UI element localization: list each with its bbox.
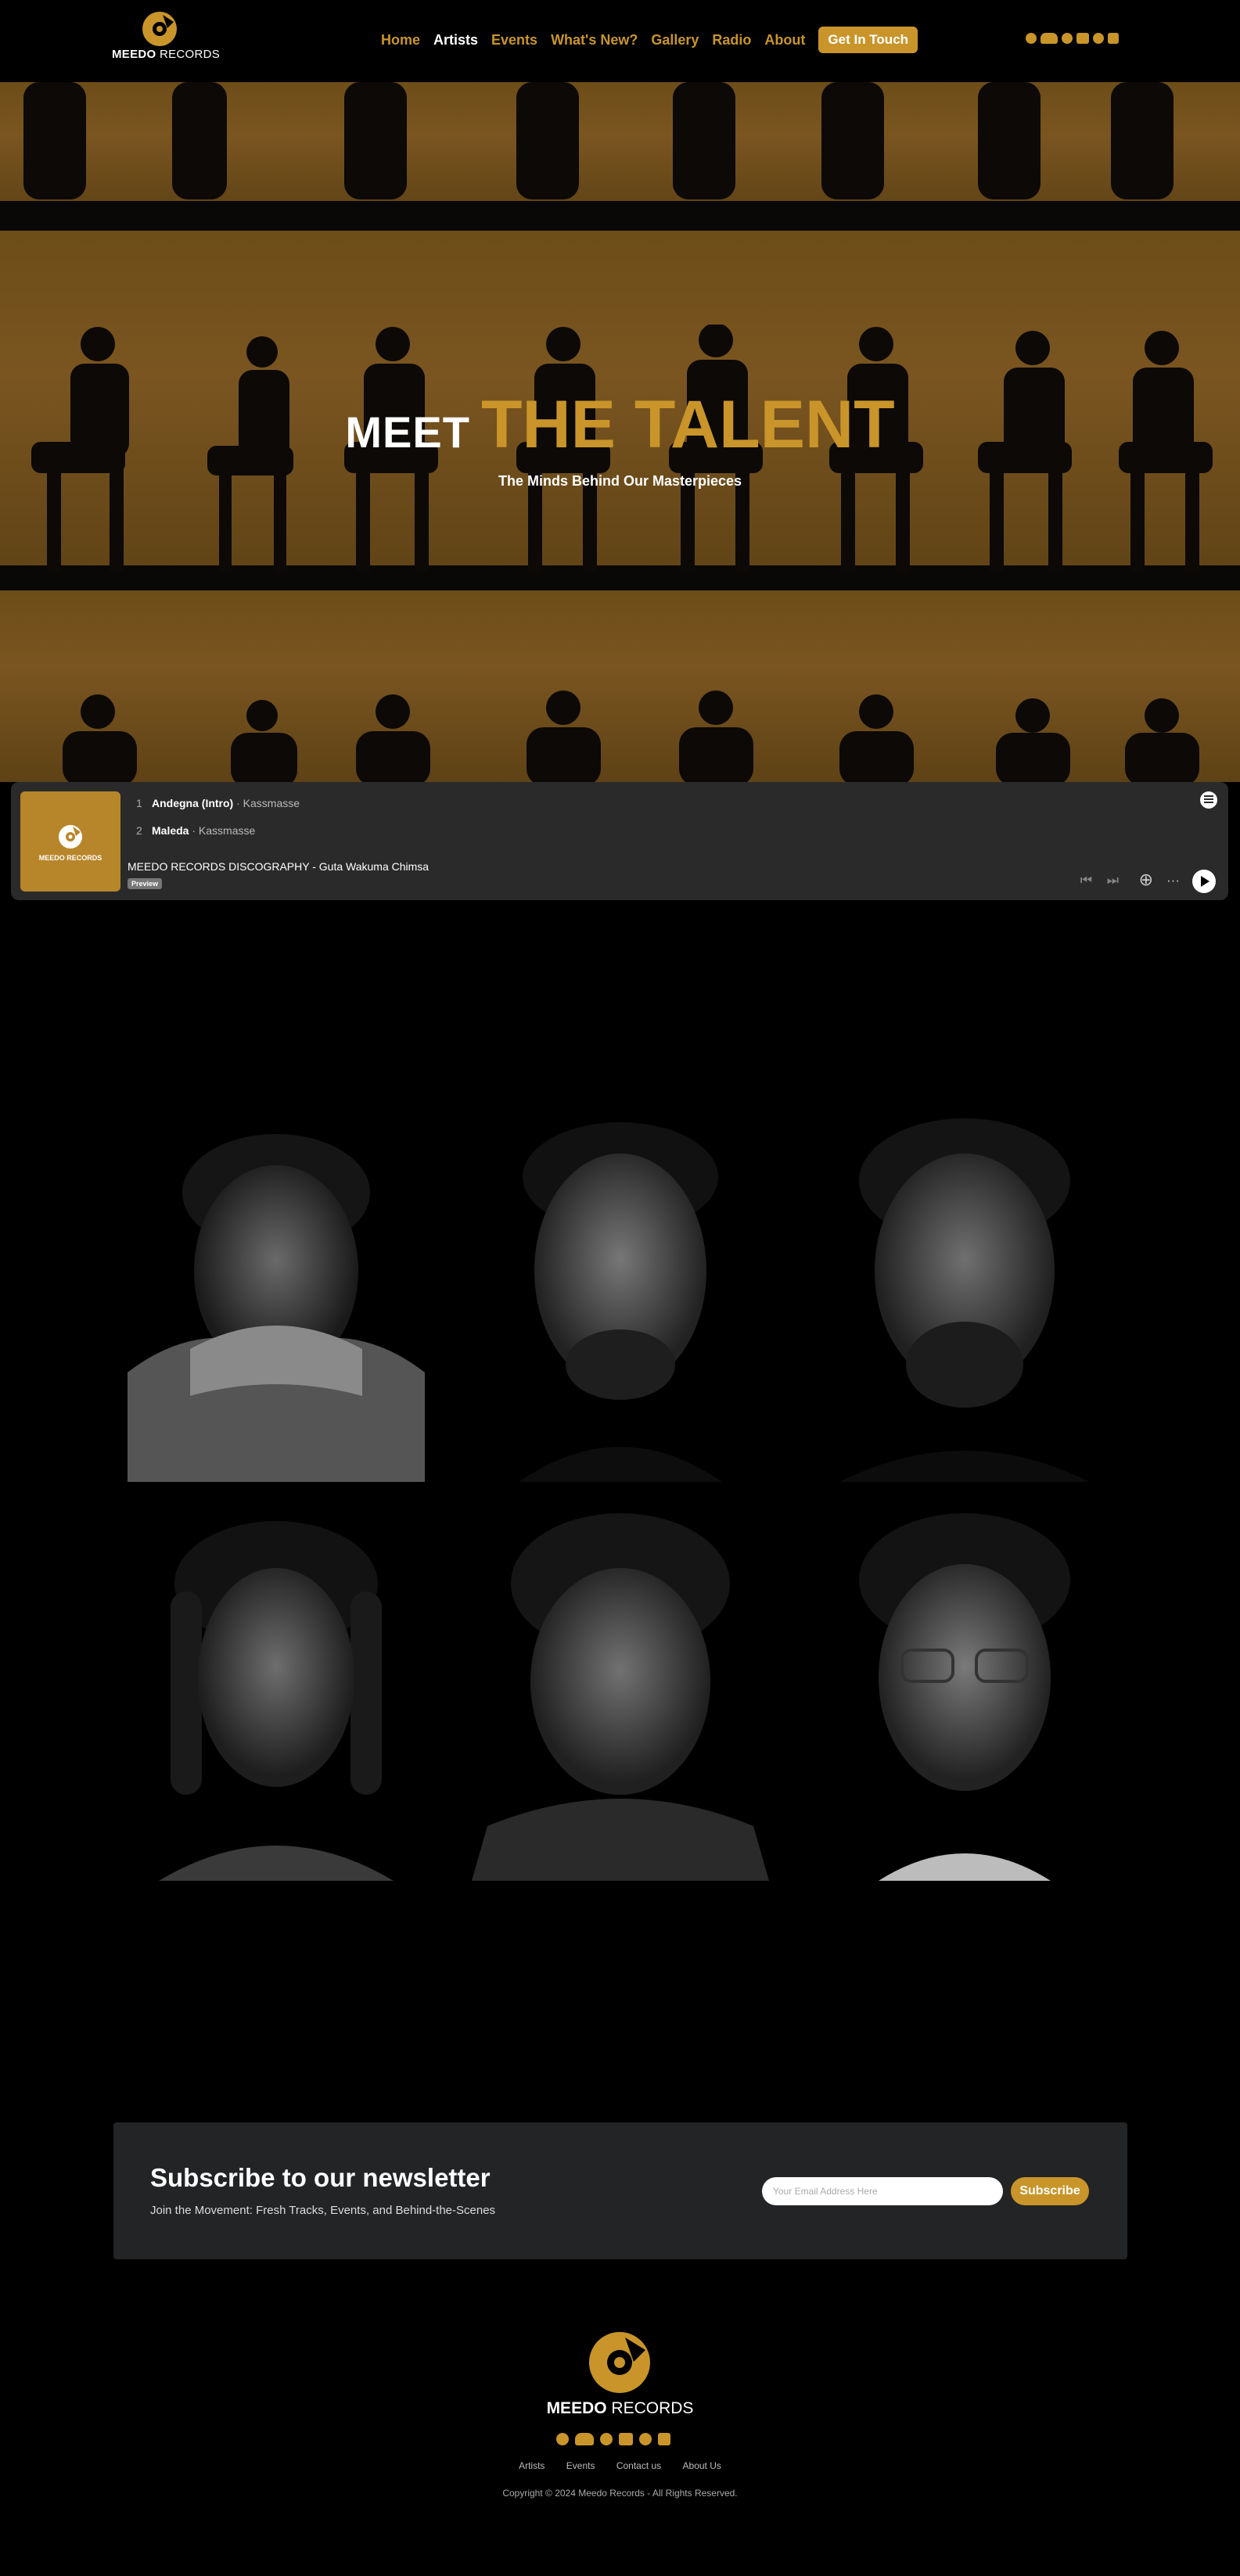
footer-links: Artists Events Contact us About Us — [0, 2460, 1240, 2471]
spotify-icon[interactable] — [1062, 33, 1073, 44]
hero-title: MEET THE TALENT — [0, 386, 1240, 464]
soundcloud-icon[interactable] — [1041, 33, 1058, 44]
artist-photo[interactable] — [816, 1114, 1113, 1482]
brand-name: MEEDO RECORDS — [112, 48, 221, 61]
newsletter-section: Subscribe to our newsletter Join the Mov… — [113, 2122, 1127, 2259]
instagram-icon[interactable] — [658, 2433, 670, 2445]
track-separator: · — [233, 797, 243, 809]
artist-portrait — [472, 1513, 769, 1881]
spotify-embed-player[interactable]: MEEDO RECORDS 1 Andegna (Intro) · Kassmas… — [11, 782, 1228, 900]
newsletter-subtitle: Join the Movement: Fresh Tracks, Events,… — [150, 2204, 496, 2217]
site-header: MEEDO RECORDS Home Artists Events What's… — [0, 0, 1240, 82]
soundcloud-icon[interactable] — [575, 2433, 594, 2445]
track-number: 2 — [136, 824, 142, 837]
artist-portrait — [839, 1118, 1090, 1482]
facebook-icon[interactable] — [1026, 33, 1037, 44]
main-nav: Home Artists Events What's New? Gallery … — [381, 26, 918, 54]
nav-artists[interactable]: Artists — [433, 32, 478, 48]
footer-link-events[interactable]: Events — [566, 2460, 595, 2471]
youtube-icon[interactable] — [1076, 33, 1089, 44]
instagram-icon[interactable] — [1108, 33, 1119, 44]
track-row[interactable]: 1 Andegna (Intro) · Kassmasse — [136, 797, 300, 809]
artist-portrait — [159, 1521, 394, 1881]
track-title: Maleda — [152, 824, 189, 837]
artist-photo[interactable] — [128, 1513, 425, 1881]
play-button[interactable] — [1192, 870, 1216, 893]
footer-brand-name: MEEDO RECORDS — [546, 2399, 694, 2417]
hero-title-talent: THE TALENT — [480, 387, 895, 462]
email-input[interactable] — [762, 2177, 1003, 2205]
hero-silhouettes-bottom — [63, 691, 1199, 782]
previous-track-icon[interactable]: ⏮ — [1080, 873, 1092, 888]
hero-silhouettes-top — [23, 82, 1174, 199]
preview-badge: Preview — [128, 878, 163, 889]
artist-photo[interactable] — [472, 1114, 769, 1482]
newsletter-title: Subscribe to our newsletter — [150, 2163, 491, 2192]
next-track-icon[interactable]: ⏭ — [1107, 873, 1119, 888]
track-number: 1 — [136, 797, 142, 809]
get-in-touch-button[interactable]: Get In Touch — [818, 27, 918, 53]
more-options-icon[interactable]: ··· — [1166, 873, 1180, 888]
record-logo-icon — [142, 12, 177, 46]
track-title: Andegna (Intro) — [152, 797, 234, 809]
playlist-title[interactable]: MEEDO RECORDS DISCOGRAPHY - Guta Wakuma … — [128, 860, 429, 873]
cover-label: MEEDO RECORDS — [38, 854, 102, 862]
footer-link-about[interactable]: About Us — [683, 2460, 721, 2471]
youtube-icon[interactable] — [619, 2433, 633, 2445]
artist-portrait — [859, 1513, 1070, 1881]
tiktok-icon[interactable] — [1093, 33, 1104, 44]
spotify-icon[interactable] — [600, 2433, 613, 2445]
nav-radio[interactable]: Radio — [712, 32, 751, 48]
artist-photo[interactable] — [128, 1114, 425, 1482]
footer-record-logo-icon[interactable] — [588, 2331, 651, 2394]
copyright: Copyright © 2024 Meedo Records - All Rig… — [502, 2488, 738, 2499]
album-cover: MEEDO RECORDS — [20, 791, 120, 892]
record-logo-icon — [59, 825, 82, 849]
track-separator: · — [189, 824, 199, 837]
footer-link-contact[interactable]: Contact us — [616, 2460, 661, 2471]
hero-subtitle: The Minds Behind Our Masterpieces — [498, 473, 742, 489]
subscribe-button[interactable]: Subscribe — [1011, 2177, 1089, 2205]
header-social-links — [1026, 33, 1119, 44]
brand-logo[interactable]: MEEDO RECORDS — [112, 11, 221, 64]
facebook-icon[interactable] — [556, 2433, 569, 2445]
artist-photo[interactable] — [816, 1513, 1113, 1881]
track-artist: Kassmasse — [243, 797, 300, 809]
tiktok-icon[interactable] — [639, 2433, 652, 2445]
footer-social-links — [556, 2433, 670, 2445]
nav-gallery[interactable]: Gallery — [651, 32, 699, 48]
track-row[interactable]: 2 Maleda · Kassmasse — [136, 824, 255, 837]
nav-events[interactable]: Events — [491, 32, 537, 48]
add-to-library-icon[interactable]: ⊕ — [1139, 870, 1153, 890]
artist-photo[interactable] — [472, 1513, 769, 1881]
hero-banner: MEET THE TALENT The Minds Behind Our Mast… — [0, 82, 1240, 782]
artist-portrait — [128, 1134, 425, 1482]
spotify-icon[interactable] — [1200, 791, 1217, 809]
artist-portrait — [519, 1122, 722, 1482]
nav-whats-new[interactable]: What's New? — [551, 32, 638, 48]
track-artist: Kassmasse — [198, 824, 256, 837]
nav-home[interactable]: Home — [381, 32, 420, 48]
nav-about[interactable]: About — [764, 32, 805, 48]
hero-title-meet: MEET — [345, 407, 470, 457]
footer-link-artists[interactable]: Artists — [519, 2460, 545, 2471]
